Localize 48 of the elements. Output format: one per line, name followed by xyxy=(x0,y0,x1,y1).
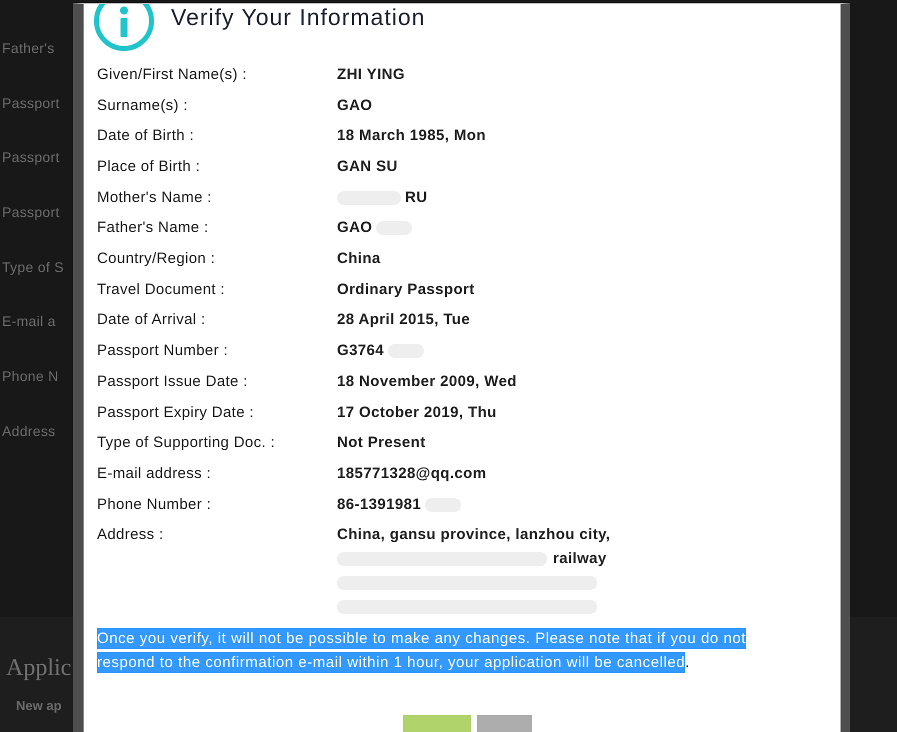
form-label: Phone N xyxy=(2,367,59,386)
field-label: Passport Expiry Date : xyxy=(97,402,254,422)
field-value: GAO xyxy=(337,218,372,238)
form-label: Type of S xyxy=(2,258,64,277)
field-value: railway xyxy=(553,549,607,570)
field-value: GAO xyxy=(337,96,372,116)
field-value: GAN SU xyxy=(337,157,398,177)
field-label: Place of Birth : xyxy=(97,157,200,177)
field-value: China, gansu province, lanzhou city, xyxy=(337,525,610,546)
field-value: 18 March 1985, Mon xyxy=(337,126,486,146)
form-label: E-mail a xyxy=(2,312,56,332)
form-label: Passport xyxy=(2,203,60,222)
field-label: Father's Name : xyxy=(97,218,208,238)
field-value: 86-1391981 xyxy=(337,494,422,515)
field-value: Not Present xyxy=(337,433,426,454)
field-label: Phone Number : xyxy=(97,494,212,515)
field-value: 18 November 2009, Wed xyxy=(337,372,517,392)
form-label: Father's xyxy=(2,39,55,58)
form-label: Passport xyxy=(2,94,60,113)
field-value: Ordinary Passport xyxy=(337,280,475,300)
field-label: Passport Issue Date : xyxy=(97,372,248,392)
field-label: Address : xyxy=(97,525,164,546)
section-subtitle: New ap xyxy=(16,697,62,715)
field-value: ZHI YING xyxy=(337,64,405,85)
field-label: Passport Number : xyxy=(97,341,228,362)
field-label: Date of Arrival : xyxy=(97,310,206,330)
secondary-button[interactable] xyxy=(477,715,532,732)
field-label: Mother's Name : xyxy=(97,188,212,208)
field-value: China xyxy=(337,249,381,270)
section-heading: Applic xyxy=(6,654,72,683)
field-label: Surname(s) : xyxy=(97,96,188,116)
form-label: Address xyxy=(2,422,56,441)
primary-button[interactable] xyxy=(403,715,471,732)
notice-text: Once you verify, it will not be possible to make any changes. Please note that if you do not respond to the confirmation e-mail within 1 hour, your application will be cancelled. xyxy=(97,627,747,676)
dialog-title: Verify Your Information xyxy=(171,4,426,31)
field-value: 17 October 2019, Thu xyxy=(337,402,497,422)
field-value: 185771328@qq.com xyxy=(337,464,486,484)
field-label: Date of Birth : xyxy=(97,126,194,146)
field-value: 28 April 2015, Tue xyxy=(337,310,470,330)
field-label: Type of Supporting Doc. : xyxy=(97,433,276,454)
field-value: RU xyxy=(405,188,428,208)
field-value: G3764 xyxy=(337,341,384,362)
field-label: E-mail address : xyxy=(97,464,211,484)
form-label: Passport xyxy=(2,148,60,168)
field-label: Given/First Name(s) : xyxy=(97,64,247,85)
field-label: Travel Document : xyxy=(97,280,225,300)
info-icon xyxy=(93,4,155,51)
field-label: Country/Region : xyxy=(97,249,216,270)
